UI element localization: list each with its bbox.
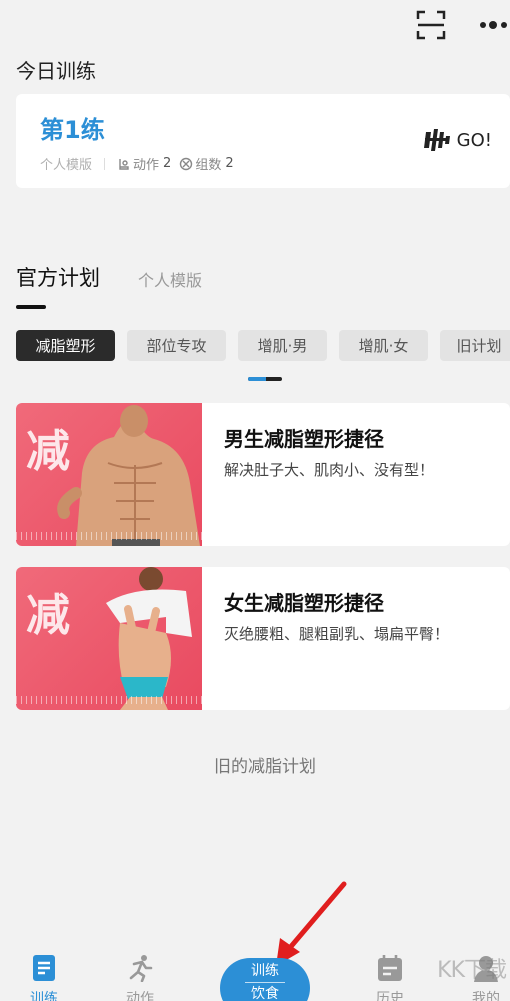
plan-card-female[interactable]: 减 女生减脂塑形捷径 灭绝腰粗、腿粗副乳、塌扁平臀！ <box>16 567 510 710</box>
go-button[interactable]: GO! <box>423 128 492 152</box>
male-figure-image <box>57 405 200 546</box>
actions-tag: 动作 2 <box>117 154 171 173</box>
running-icon <box>129 955 153 983</box>
plan-thumbnail: 减 <box>16 567 202 710</box>
meta-divider <box>104 157 106 170</box>
go-label: GO! <box>456 129 492 151</box>
dumbbell-icon <box>119 158 129 170</box>
sets-icon <box>180 157 193 170</box>
sets-tag: 组数 2 <box>179 154 234 173</box>
nav-label: 动作 <box>126 991 154 1001</box>
nav-item-training[interactable]: 训练 <box>14 954 74 1001</box>
chip-bulk-male[interactable]: 增肌·男 <box>238 330 327 361</box>
tab-official-plans[interactable]: 官方计划 <box>16 262 100 292</box>
nav-center-line2: 饮食 <box>251 986 279 1001</box>
bottom-nav: 训练 动作 训练 饮食 历史 我的 <box>0 940 510 1001</box>
chip-bulk-female[interactable]: 增肌·女 <box>339 330 428 361</box>
today-plan-meta: 个人模版 动作 2 组数 2 <box>40 154 242 173</box>
today-section-title: 今日训练 <box>16 59 96 83</box>
nav-label: 历史 <box>376 991 404 1001</box>
nav-label: 我的 <box>472 991 500 1001</box>
actions-label: 动作 <box>133 158 160 173</box>
app-logo-icon <box>423 129 450 151</box>
template-label: 个人模版 <box>40 158 93 173</box>
today-plan-name: 第1练 <box>40 116 105 144</box>
plan-description: 解决肚子大、肌肉小、没有型！ <box>224 461 435 479</box>
thumbnail-ruler <box>16 532 202 540</box>
nav-item-actions[interactable]: 动作 <box>110 954 170 1001</box>
more-icon[interactable] <box>478 20 510 30</box>
nav-center-line1: 训练 <box>251 963 279 979</box>
plan-thumbnail: 减 <box>16 403 202 546</box>
category-chips: 减脂塑形 部位专攻 增肌·男 增肌·女 旧计划 <box>16 330 510 362</box>
active-tab-indicator <box>16 305 46 309</box>
scan-icon[interactable] <box>416 10 446 40</box>
chip-body-part[interactable]: 部位专攻 <box>127 330 226 361</box>
plan-title: 女生减脂塑形捷径 <box>224 591 384 615</box>
female-figure-image <box>106 567 192 710</box>
chips-scroll-indicator <box>248 377 282 381</box>
plan-title: 男生减脂塑形捷径 <box>224 427 384 451</box>
old-fat-loss-plans-link[interactable]: 旧的减脂计划 <box>0 752 510 777</box>
plan-card-male[interactable]: 减 男生减脂塑形捷径 解决肚子大、肌肉小、没有型！ <box>16 403 510 546</box>
nav-item-history[interactable]: 历史 <box>360 954 420 1001</box>
calendar-icon <box>378 955 402 981</box>
actions-count: 2 <box>163 156 172 171</box>
chip-old-plans[interactable]: 旧计划 <box>440 330 510 361</box>
document-icon <box>33 955 55 981</box>
nav-label: 训练 <box>30 991 58 1001</box>
thumbnail-ruler <box>16 696 202 704</box>
chip-fat-loss[interactable]: 减脂塑形 <box>16 330 115 361</box>
nav-center-training-diet-button[interactable]: 训练 饮食 <box>220 958 310 1001</box>
sets-count: 2 <box>225 156 234 171</box>
plan-tabs: 官方计划 个人模版 <box>16 262 510 312</box>
tab-personal-templates[interactable]: 个人模版 <box>138 267 202 291</box>
sets-label: 组数 <box>195 158 222 173</box>
plan-description: 灭绝腰粗、腿粗副乳、塌扁平臀！ <box>224 625 450 643</box>
top-bar <box>0 0 510 50</box>
nav-center-divider <box>245 982 285 983</box>
chips-scroll-thumb <box>248 377 266 381</box>
today-workout-card[interactable]: 第1练 个人模版 动作 2 组数 2 GO! <box>16 94 510 188</box>
watermark: KK下载 <box>437 958 507 983</box>
